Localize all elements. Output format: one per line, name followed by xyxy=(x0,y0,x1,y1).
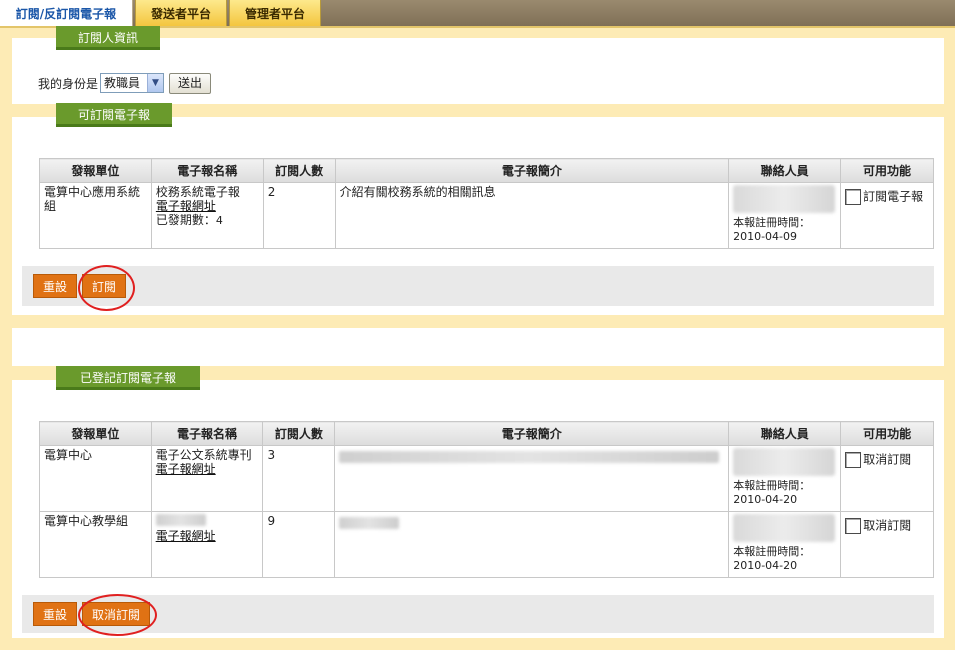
col-header-contact: 聯絡人員 xyxy=(728,421,842,446)
registration-date: 2010-04-20 xyxy=(733,559,798,572)
reset-button[interactable]: 重設 xyxy=(33,274,78,298)
chevron-down-icon[interactable]: ▼ xyxy=(147,74,164,92)
subscribe-checkbox-label: 訂閱電子報 xyxy=(863,189,924,204)
unsubscribe-button[interactable]: 取消訂閱 xyxy=(82,602,151,626)
contact-redacted xyxy=(733,514,836,542)
newsletter-url-link[interactable]: 電子報網址 xyxy=(156,199,259,213)
unit-cell: 電算中心應用系統組 xyxy=(39,182,152,249)
intro-redacted xyxy=(339,451,720,463)
identity-select-value: 教職員 xyxy=(104,76,141,90)
contact-cell: 本報註冊時間： 2010-04-20 xyxy=(728,511,842,578)
table-row: 電算中心應用系統組 校務系統電子報 電子報網址 已發期數：4 2 介紹有關校務系… xyxy=(39,182,934,249)
unsubscribe-checkbox-label: 取消訂閱 xyxy=(863,452,912,467)
submit-button[interactable]: 送出 xyxy=(169,72,212,94)
subscriber-count: 2 xyxy=(262,182,336,249)
unsubscribe-checkbox[interactable] xyxy=(845,452,862,468)
available-section-title: 可訂閱電子報 xyxy=(56,103,172,127)
contact-redacted xyxy=(733,185,836,213)
intro-cell: 介紹有關校務系統的相關訊息 xyxy=(334,182,730,249)
col-header-actions: 可用功能 xyxy=(840,421,934,446)
contact-cell: 本報註冊時間： 2010-04-09 xyxy=(728,182,842,249)
contact-cell: 本報註冊時間： 2010-04-20 xyxy=(728,445,842,512)
registered-table: 發報單位 電子報名稱 訂閱人數 電子報簡介 聯絡人員 可用功能 電算中心 電子公… xyxy=(39,421,934,578)
top-tab-bar: 訂閱/反訂閱電子報 發送者平台 管理者平台 xyxy=(0,0,955,28)
available-table: 發報單位 電子報名稱 訂閱人數 電子報簡介 聯絡人員 可用功能 電算中心應用系統… xyxy=(39,158,934,249)
table-header-row: 發報單位 電子報名稱 訂閱人數 電子報簡介 聯絡人員 可用功能 xyxy=(39,158,934,183)
spacer-panel xyxy=(12,328,944,366)
col-header-intro: 電子報簡介 xyxy=(334,158,730,183)
name-cell: 電子公文系統專刊 電子報網址 xyxy=(150,445,264,512)
action-cell: 訂閱電子報 xyxy=(840,182,934,249)
tab-sender-platform[interactable]: 發送者平台 xyxy=(135,0,227,28)
subscriber-count: 9 xyxy=(262,511,336,578)
registration-date: 2010-04-09 xyxy=(733,230,798,243)
intro-redacted xyxy=(339,517,400,529)
registration-date: 2010-04-20 xyxy=(733,493,798,506)
intro-cell xyxy=(334,445,730,512)
identity-label: 我的身份是 xyxy=(38,76,99,91)
unit-cell: 電算中心教學組 xyxy=(39,511,152,578)
newsletter-name-redacted xyxy=(155,514,206,526)
col-header-unit: 發報單位 xyxy=(39,158,152,183)
col-header-contact: 聯絡人員 xyxy=(728,158,842,183)
table-header-row: 發報單位 電子報名稱 訂閱人數 電子報簡介 聯絡人員 可用功能 xyxy=(39,421,934,446)
intro-cell xyxy=(334,511,730,578)
identity-select[interactable]: 教職員 ▼ xyxy=(100,73,165,93)
contact-redacted xyxy=(733,448,836,476)
name-cell: 電子報網址 xyxy=(150,511,264,578)
newsletter-name: 校務系統電子報 xyxy=(155,185,240,199)
col-header-actions: 可用功能 xyxy=(840,158,934,183)
unsubscribe-checkbox-label: 取消訂閱 xyxy=(863,518,912,533)
registered-section-title: 已登記訂閱電子報 xyxy=(56,366,200,390)
action-cell: 取消訂閱 xyxy=(840,511,934,578)
table-row: 電算中心教學組 電子報網址 9 本報註冊時間： 2010-04-20 取消訂閱 xyxy=(39,511,934,578)
tab-subscribe[interactable]: 訂閱/反訂閱電子報 xyxy=(0,0,133,28)
identity-section-title: 訂閱人資訊 xyxy=(56,26,160,50)
registered-action-bar xyxy=(22,595,934,633)
unit-cell: 電算中心 xyxy=(39,445,152,512)
newsletter-url-link[interactable]: 電子報網址 xyxy=(156,462,259,476)
subscriber-count: 3 xyxy=(262,445,336,512)
unsubscribe-checkbox[interactable] xyxy=(845,518,862,534)
issue-count: 已發期數：4 xyxy=(155,213,223,227)
identity-row: 我的身份是 教職員 ▼ 送出 xyxy=(38,72,212,94)
subscribe-checkbox[interactable] xyxy=(845,189,862,205)
newsletter-url-link[interactable]: 電子報網址 xyxy=(156,529,259,543)
col-header-intro: 電子報簡介 xyxy=(334,421,730,446)
action-cell: 取消訂閱 xyxy=(840,445,934,512)
reset-button[interactable]: 重設 xyxy=(33,602,78,626)
col-header-subscribers: 訂閱人數 xyxy=(262,158,336,183)
col-header-name: 電子報名稱 xyxy=(150,421,264,446)
tab-admin-platform[interactable]: 管理者平台 xyxy=(229,0,321,28)
subscribe-button[interactable]: 訂閱 xyxy=(82,274,127,298)
available-action-bar xyxy=(22,266,934,306)
newsletter-name: 電子公文系統專刊 xyxy=(155,448,252,462)
col-header-unit: 發報單位 xyxy=(39,421,152,446)
col-header-name: 電子報名稱 xyxy=(150,158,264,183)
table-row: 電算中心 電子公文系統專刊 電子報網址 3 本報註冊時間： 2010-04-20… xyxy=(39,445,934,512)
col-header-subscribers: 訂閱人數 xyxy=(262,421,336,446)
name-cell: 校務系統電子報 電子報網址 已發期數：4 xyxy=(150,182,264,249)
